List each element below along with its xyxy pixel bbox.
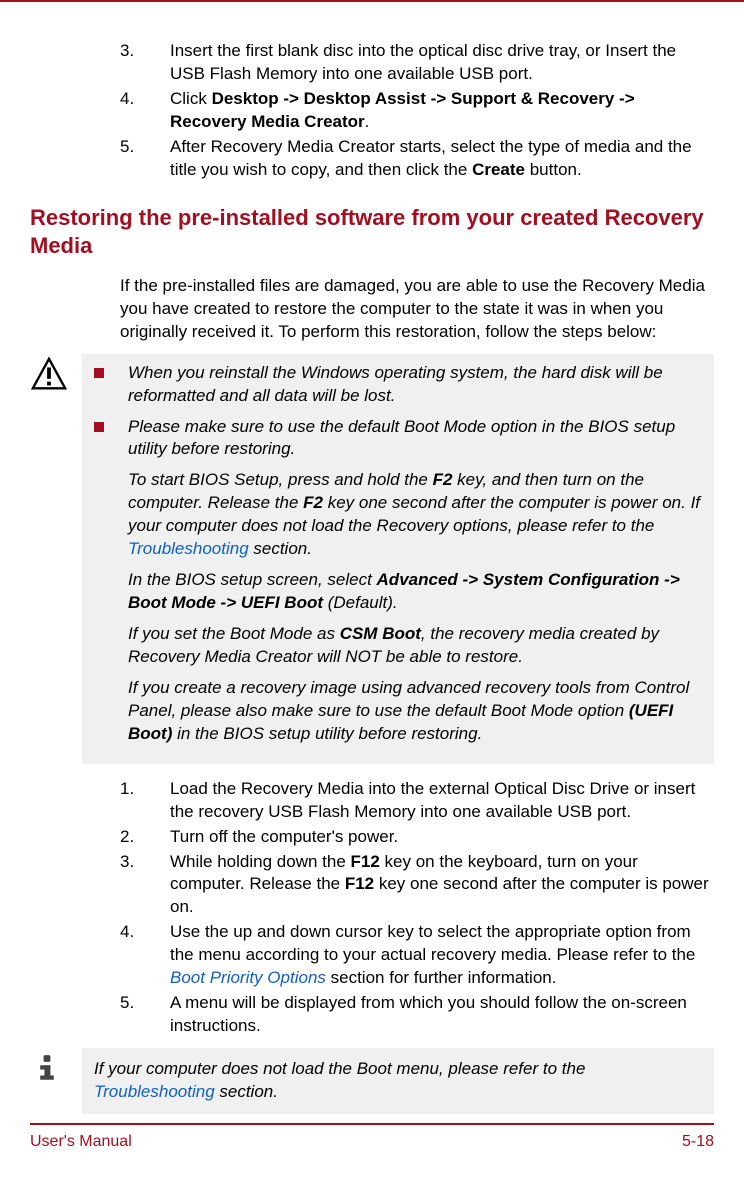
page-footer: User's Manual 5-18 <box>30 1123 714 1151</box>
footer-left: User's Manual <box>30 1133 132 1151</box>
list-number: 3. <box>120 851 170 920</box>
section-heading: Restoring the pre-installed software fro… <box>30 204 714 261</box>
info-body: If your computer does not load the Boot … <box>82 1048 714 1114</box>
list-item: 4. Use the up and down cursor key to sel… <box>120 921 714 990</box>
warning-paragraph: If you set the Boot Mode as CSM Boot, th… <box>128 623 702 669</box>
info-icon <box>30 1048 82 1084</box>
warning-icon <box>30 354 82 394</box>
numbered-list-restore: 1. Load the Recovery Media into the exte… <box>120 778 714 1038</box>
list-item: 1. Load the Recovery Media into the exte… <box>120 778 714 824</box>
list-text: Load the Recovery Media into the externa… <box>170 778 714 824</box>
warning-paragraph: To start BIOS Setup, press and hold the … <box>128 469 702 561</box>
list-item: 5. A menu will be displayed from which y… <box>120 992 714 1038</box>
list-text: After Recovery Media Creator starts, sel… <box>170 136 714 182</box>
bullet-text: When you reinstall the Windows operating… <box>128 362 702 408</box>
list-item: 3. Insert the first blank disc into the … <box>120 40 714 86</box>
warning-body: When you reinstall the Windows operating… <box>82 354 714 764</box>
warning-bullet-item: Please make sure to use the default Boot… <box>94 416 702 462</box>
list-item: 4. Click Desktop -> Desktop Assist -> Su… <box>120 88 714 134</box>
info-callout: If your computer does not load the Boot … <box>30 1048 714 1114</box>
list-number: 5. <box>120 992 170 1038</box>
square-bullet-icon <box>94 368 104 378</box>
numbered-list-top: 3. Insert the first blank disc into the … <box>120 40 714 182</box>
list-text: Insert the first blank disc into the opt… <box>170 40 714 86</box>
list-item: 3. While holding down the F12 key on the… <box>120 851 714 920</box>
intro-paragraph: If the pre-installed files are damaged, … <box>120 275 714 344</box>
bullet-text: Please make sure to use the default Boot… <box>128 416 702 462</box>
footer-right: 5-18 <box>682 1133 714 1151</box>
warning-callout: When you reinstall the Windows operating… <box>30 354 714 764</box>
list-item: 2. Turn off the computer's power. <box>120 826 714 849</box>
square-bullet-icon <box>94 422 104 432</box>
list-text: While holding down the F12 key on the ke… <box>170 851 714 920</box>
list-text: Use the up and down cursor key to select… <box>170 921 714 990</box>
list-item: 5. After Recovery Media Creator starts, … <box>120 136 714 182</box>
list-number: 5. <box>120 136 170 182</box>
list-number: 3. <box>120 40 170 86</box>
list-number: 4. <box>120 921 170 990</box>
list-number: 2. <box>120 826 170 849</box>
list-text: Turn off the computer's power. <box>170 826 714 849</box>
list-number: 4. <box>120 88 170 134</box>
list-text: A menu will be displayed from which you … <box>170 992 714 1038</box>
list-number: 1. <box>120 778 170 824</box>
warning-paragraph: In the BIOS setup screen, select Advance… <box>128 569 702 615</box>
warning-paragraph: If you create a recovery image using adv… <box>128 677 702 746</box>
list-text: Click Desktop -> Desktop Assist -> Suppo… <box>170 88 714 134</box>
warning-bullet-item: When you reinstall the Windows operating… <box>94 362 702 408</box>
